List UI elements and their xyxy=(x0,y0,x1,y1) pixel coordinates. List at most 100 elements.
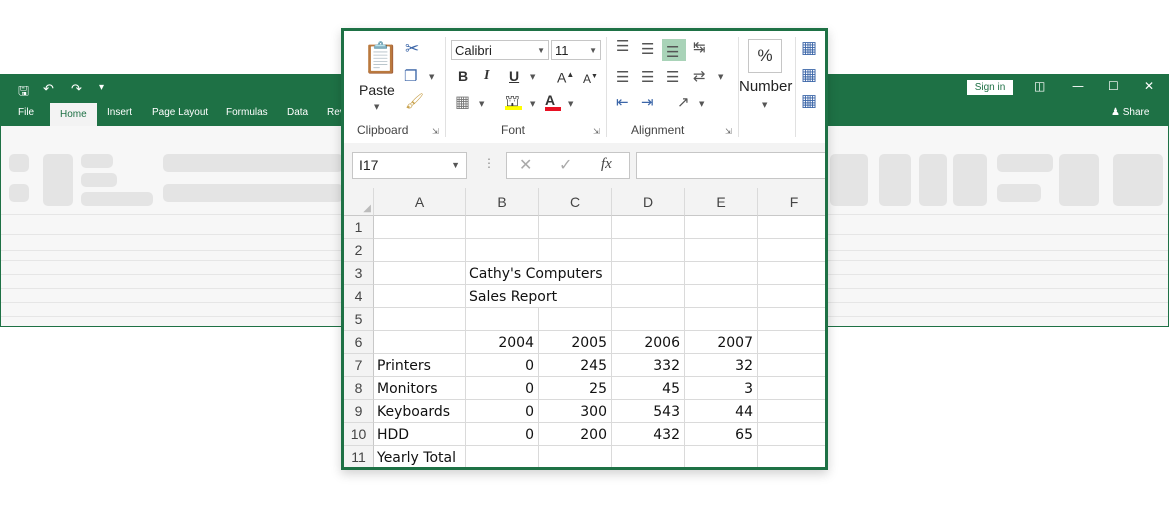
select-all-corner[interactable]: ◢ xyxy=(344,188,374,216)
ribbon-display-icon[interactable]: ◫ xyxy=(1034,79,1045,93)
font-size-combo[interactable]: 11 ▼ xyxy=(551,40,601,60)
cell-d11[interactable] xyxy=(612,446,685,467)
column-header-c[interactable]: C xyxy=(539,188,612,216)
save-icon[interactable]: 🖫 xyxy=(18,82,29,104)
tab-data[interactable]: Data xyxy=(287,107,308,118)
cell-a3[interactable] xyxy=(374,262,466,285)
orientation-icon[interactable]: ↹ xyxy=(693,39,706,55)
cell-b8[interactable]: 0 xyxy=(466,377,539,400)
cell-d1[interactable] xyxy=(612,216,685,239)
undo-icon[interactable]: ↶ xyxy=(43,82,54,97)
format-as-table-icon[interactable]: ▦ xyxy=(801,67,817,84)
cell-e11[interactable] xyxy=(685,446,758,467)
row-header-2[interactable]: 2 xyxy=(344,239,374,262)
sign-in-button[interactable]: Sign in xyxy=(967,80,1013,95)
top-align-icon[interactable]: ☰ xyxy=(616,38,629,54)
cell-f11[interactable] xyxy=(758,446,825,467)
cell-d5[interactable] xyxy=(612,308,685,331)
cell-d7[interactable]: 332 xyxy=(612,354,685,377)
cell-f6[interactable] xyxy=(758,331,825,354)
cell-d8[interactable]: 45 xyxy=(612,377,685,400)
tab-insert[interactable]: Insert xyxy=(107,107,132,118)
underline-button[interactable]: U xyxy=(509,68,519,84)
tab-page-layout[interactable]: Page Layout xyxy=(152,107,208,118)
font-name-combo[interactable]: Calibri ▼ xyxy=(451,40,549,60)
fill-color-dropdown-icon[interactable]: ▼ xyxy=(530,100,535,108)
column-header-d[interactable]: D xyxy=(612,188,685,216)
cell-d3[interactable] xyxy=(612,262,685,285)
cell-f4[interactable] xyxy=(758,285,825,308)
cell-b10[interactable]: 0 xyxy=(466,423,539,446)
italic-button[interactable]: I xyxy=(484,68,489,84)
insert-function-button[interactable]: fx xyxy=(601,156,612,173)
middle-align-icon[interactable]: ☰ xyxy=(641,41,654,57)
row-header-8[interactable]: 8 xyxy=(344,377,374,400)
cell-e9[interactable]: 44 xyxy=(685,400,758,423)
borders-dropdown-icon[interactable]: ▼ xyxy=(479,100,484,108)
cell-e2[interactable] xyxy=(685,239,758,262)
name-box[interactable]: I17 ▼ xyxy=(352,152,467,179)
cell-d4[interactable] xyxy=(612,285,685,308)
cell-b5[interactable] xyxy=(466,308,539,331)
cell-e10[interactable]: 65 xyxy=(685,423,758,446)
cell-c10[interactable]: 200 xyxy=(539,423,612,446)
cell-e4[interactable] xyxy=(685,285,758,308)
number-format-button[interactable]: Number xyxy=(739,78,792,95)
cell-b9[interactable]: 0 xyxy=(466,400,539,423)
row-header-11[interactable]: 11 xyxy=(344,446,374,467)
text-direction-icon[interactable]: ↗ xyxy=(677,94,690,110)
fill-color-icon[interactable]: ⛫ xyxy=(505,93,522,110)
share-button[interactable]: ♟ Share xyxy=(1111,107,1149,118)
align-right-icon[interactable]: ☰ xyxy=(666,69,679,85)
cell-e8[interactable]: 3 xyxy=(685,377,758,400)
cell-e1[interactable] xyxy=(685,216,758,239)
cell-c2[interactable] xyxy=(539,239,612,262)
cell-f8[interactable] xyxy=(758,377,825,400)
cell-a9[interactable]: Keyboards xyxy=(374,400,466,423)
cell-a2[interactable] xyxy=(374,239,466,262)
row-header-9[interactable]: 9 xyxy=(344,400,374,423)
maximize-icon[interactable]: ☐ xyxy=(1108,79,1119,93)
merge-dropdown-icon[interactable]: ▼ xyxy=(718,73,723,81)
cell-f5[interactable] xyxy=(758,308,825,331)
cell-b4[interactable]: Sales Report xyxy=(466,285,557,308)
cell-f10[interactable] xyxy=(758,423,825,446)
cut-icon[interactable]: ✂ xyxy=(405,41,419,58)
bold-button[interactable]: B xyxy=(458,68,468,84)
underline-dropdown-icon[interactable]: ▼ xyxy=(530,73,535,81)
cell-c7[interactable]: 245 xyxy=(539,354,612,377)
decrease-font-size-icon[interactable]: A▼ xyxy=(583,69,598,87)
cell-b3[interactable]: Cathy's Computers xyxy=(466,262,603,285)
cell-a1[interactable] xyxy=(374,216,466,239)
cell-b1[interactable] xyxy=(466,216,539,239)
cell-d6[interactable]: 2006 xyxy=(612,331,685,354)
close-icon[interactable]: ✕ xyxy=(1144,79,1154,93)
bottom-align-icon[interactable]: ☰ xyxy=(666,44,679,60)
wrap-text-icon[interactable]: ⇄ xyxy=(693,68,706,84)
cell-c11[interactable] xyxy=(539,446,612,467)
cell-c8[interactable]: 25 xyxy=(539,377,612,400)
clipboard-launcher-icon[interactable]: ⇲ xyxy=(432,127,439,136)
cell-d2[interactable] xyxy=(612,239,685,262)
cell-c9[interactable]: 300 xyxy=(539,400,612,423)
font-color-icon[interactable]: A xyxy=(545,92,561,111)
decrease-indent-icon[interactable]: ⇤ xyxy=(616,94,629,110)
row-header-5[interactable]: 5 xyxy=(344,308,374,331)
column-header-f[interactable]: F xyxy=(758,188,825,216)
tab-file[interactable]: File xyxy=(18,107,34,118)
increase-font-size-icon[interactable]: A▲ xyxy=(557,67,574,86)
font-launcher-icon[interactable]: ⇲ xyxy=(593,127,600,136)
cell-e3[interactable] xyxy=(685,262,758,285)
redo-icon[interactable]: ↷ xyxy=(71,82,82,97)
number-format-dropdown-icon[interactable]: ▼ xyxy=(762,101,767,109)
text-direction-dropdown-icon[interactable]: ▼ xyxy=(699,100,704,108)
cell-c5[interactable] xyxy=(539,308,612,331)
column-header-a[interactable]: A xyxy=(374,188,466,216)
cell-a11[interactable]: Yearly Total xyxy=(374,446,466,467)
cell-f1[interactable] xyxy=(758,216,825,239)
cell-styles-icon[interactable]: ▦ xyxy=(801,93,817,110)
tab-formulas[interactable]: Formulas xyxy=(226,107,268,118)
cell-a4[interactable] xyxy=(374,285,466,308)
enter-icon[interactable]: ✓ xyxy=(559,155,572,174)
cell-c1[interactable] xyxy=(539,216,612,239)
